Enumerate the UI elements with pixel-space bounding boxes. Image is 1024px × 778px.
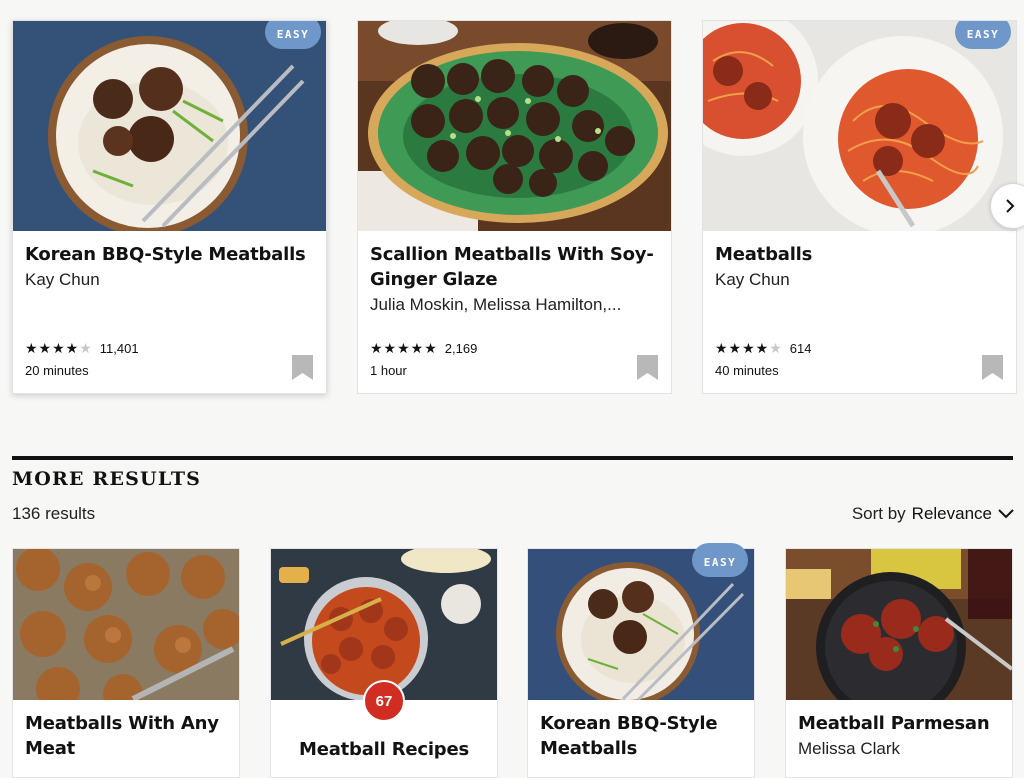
- cook-time: 1 hour: [370, 363, 407, 378]
- recipe-card[interactable]: EASY Korean BBQ-Style Meatballs Kay Chun…: [12, 20, 327, 394]
- recipe-title[interactable]: Korean BBQ-Style Meatballs: [25, 242, 315, 267]
- recipe-image: [13, 21, 326, 231]
- recipe-card[interactable]: Meatball Parmesan Melissa Clark: [785, 548, 1013, 778]
- recipe-image: [271, 549, 497, 700]
- recipe-image: [703, 21, 1016, 231]
- recipe-title[interactable]: Meatballs: [715, 242, 1005, 267]
- recipe-title[interactable]: Meatballs With Any Meat: [25, 711, 230, 761]
- star-rating: ★★★★★: [715, 340, 783, 356]
- recipe-card[interactable]: Meatballs With Any Meat: [12, 548, 240, 778]
- bookmark-icon[interactable]: [292, 355, 313, 380]
- star-rating: ★★★★★: [370, 340, 438, 356]
- recipe-rating: ★★★★★ 2,169: [370, 340, 477, 357]
- featured-carousel: EASY Korean BBQ-Style Meatballs Kay Chun…: [12, 20, 1024, 395]
- collection-card[interactable]: 67 Meatball Recipes: [270, 548, 498, 778]
- cook-time: 40 minutes: [715, 363, 779, 378]
- rating-count: 11,401: [99, 341, 139, 356]
- star-rating: ★★★★★: [25, 340, 93, 356]
- recipe-title[interactable]: Meatball Parmesan: [798, 711, 1003, 736]
- sort-dropdown[interactable]: Sort by Relevance: [852, 504, 1014, 524]
- recipe-card[interactable]: Scallion Meatballs With Soy-Ginger Glaze…: [357, 20, 672, 394]
- recipe-byline: Kay Chun: [715, 270, 790, 289]
- recipe-image: [786, 549, 1012, 700]
- results-count: 136 results: [12, 504, 96, 523]
- section-heading: MORE RESULTS: [12, 468, 202, 490]
- sort-label: Sort by: [851, 504, 906, 523]
- cook-time: 20 minutes: [25, 363, 89, 378]
- bookmark-icon[interactable]: [982, 355, 1003, 380]
- recipe-rating: ★★★★★ 614: [715, 340, 811, 357]
- chevron-down-icon: [998, 509, 1014, 519]
- collection-title[interactable]: Meatball Recipes: [271, 737, 497, 762]
- sort-value: Relevance: [911, 504, 992, 523]
- section-divider: [12, 456, 1013, 460]
- recipe-byline: Kay Chun: [25, 270, 100, 289]
- recipe-card[interactable]: EASY Meatballs Kay Chun ★★★★★ 614 40 min…: [702, 20, 1017, 394]
- recipe-title[interactable]: Scallion Meatballs With Soy-Ginger Glaze: [370, 242, 660, 292]
- easy-badge: EASY: [265, 21, 321, 49]
- recipe-card[interactable]: EASY Korean BBQ-Style Meatballs: [527, 543, 755, 778]
- recipe-image: [13, 549, 239, 700]
- recipe-byline: Julia Moskin, Melissa Hamilton,...: [370, 295, 622, 314]
- rating-count: 2,169: [444, 341, 478, 356]
- bookmark-icon[interactable]: [637, 355, 658, 380]
- easy-badge: EASY: [955, 21, 1011, 49]
- recipe-count-badge: 67: [363, 680, 405, 722]
- recipe-image: [358, 21, 671, 231]
- rating-count: 614: [789, 341, 812, 356]
- recipe-rating: ★★★★★ 11,401: [25, 340, 139, 357]
- chevron-right-icon: [1006, 199, 1015, 213]
- recipe-byline: Melissa Clark: [798, 739, 901, 758]
- recipe-title[interactable]: Korean BBQ-Style Meatballs: [540, 711, 745, 761]
- easy-badge: EASY: [692, 543, 748, 577]
